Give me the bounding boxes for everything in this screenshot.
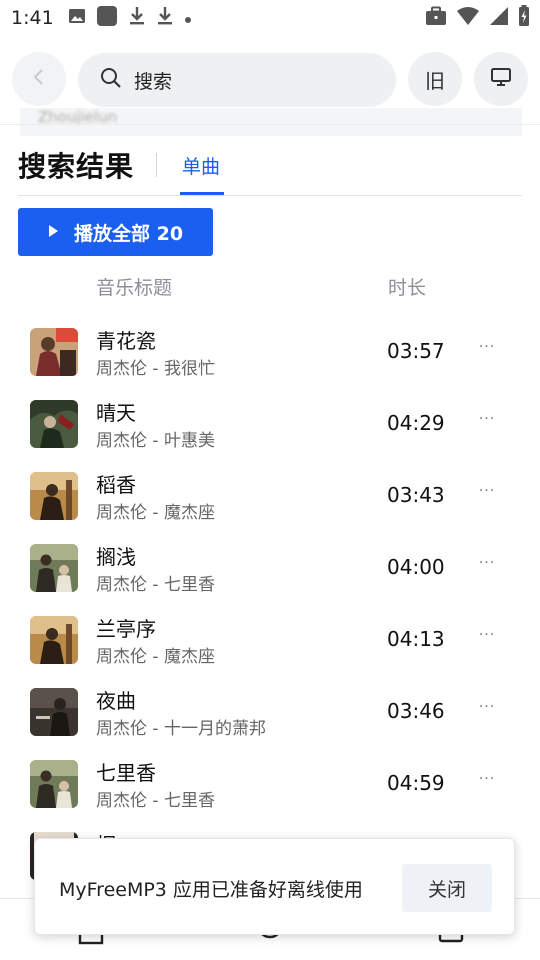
tabs-divider (18, 195, 522, 196)
song-title: 稻香 (96, 473, 136, 497)
chevron-left-icon (32, 68, 46, 90)
wifi-icon (456, 6, 480, 30)
album-cover (30, 472, 78, 520)
back-button[interactable] (12, 52, 66, 106)
tab-separator (156, 153, 157, 177)
history-button[interactable]: 旧 (408, 52, 462, 106)
song-row[interactable]: 兰亭序 周杰伦 - 魔杰座 04:13 ··· (0, 602, 540, 674)
song-title: 七里香 (96, 761, 156, 785)
song-title: 夜曲 (96, 689, 136, 713)
tab-singles[interactable]: 单曲 (182, 152, 220, 179)
signal-icon (489, 6, 509, 30)
song-duration: 03:57 (387, 339, 445, 363)
toast-message: MyFreeMP3 应用已准备好离线使用 (59, 879, 363, 901)
search-icon (100, 67, 122, 93)
song-artist-album: 周杰伦 - 魔杰座 (96, 647, 215, 667)
song-duration: 04:29 (387, 411, 445, 435)
song-title: 晴天 (96, 401, 136, 425)
album-cover (30, 616, 78, 664)
song-row[interactable]: 稻香 周杰伦 - 魔杰座 03:43 ··· (0, 458, 540, 530)
monitor-icon (490, 67, 512, 91)
close-button[interactable]: 关闭 (402, 864, 492, 912)
song-title: 青花瓷 (96, 329, 156, 353)
offline-ready-toast: MyFreeMP3 应用已准备好离线使用 关闭 (34, 838, 515, 935)
song-artist-album: 周杰伦 - 七里香 (96, 575, 215, 595)
history-label: 旧 (425, 68, 445, 93)
song-artist-album: 周杰伦 - 十一月的萧邦 (96, 719, 266, 739)
display-button[interactable] (474, 52, 528, 106)
more-options-button[interactable]: ··· (472, 483, 502, 507)
scrolled-content-strip: Zhoujielun (20, 108, 522, 136)
song-row[interactable]: 夜曲 周杰伦 - 十一月的萧邦 03:46 ··· (0, 674, 540, 746)
more-options-button[interactable]: ··· (472, 771, 502, 795)
more-options-button[interactable]: ··· (472, 627, 502, 651)
song-title: 兰亭序 (96, 617, 156, 641)
song-row[interactable]: 七里香 周杰伦 - 七里香 04:59 ··· (0, 746, 540, 818)
more-options-button[interactable]: ··· (472, 555, 502, 579)
album-cover (30, 688, 78, 736)
song-row[interactable]: 青花瓷 周杰伦 - 我很忙 03:57 ··· (0, 314, 540, 386)
song-list: 青花瓷 周杰伦 - 我很忙 03:57 ··· 晴天 周杰伦 - 叶惠美 04:… (0, 314, 540, 890)
song-row[interactable]: 搁浅 周杰伦 - 七里香 04:00 ··· (0, 530, 540, 602)
more-options-button[interactable]: ··· (472, 339, 502, 363)
song-title: 搁浅 (96, 545, 136, 569)
album-cover (30, 400, 78, 448)
song-row[interactable]: 晴天 周杰伦 - 叶惠美 04:29 ··· (0, 386, 540, 458)
song-artist-album: 周杰伦 - 七里香 (96, 791, 215, 811)
column-header-duration: 时长 (388, 277, 427, 299)
notification-icons (68, 5, 192, 31)
status-bar: 1:41 (0, 0, 540, 36)
song-duration: 04:00 (387, 555, 445, 579)
page-title: 搜索结果 (18, 150, 135, 183)
album-cover (30, 544, 78, 592)
download-icon (128, 6, 146, 30)
song-artist-album: 周杰伦 - 我很忙 (96, 359, 215, 379)
column-header-title: 音乐标题 (96, 277, 173, 299)
search-placeholder: 搜索 (134, 70, 173, 93)
album-cover (30, 328, 78, 376)
album-cover (30, 760, 78, 808)
header-divider (0, 124, 540, 125)
briefcase-icon (425, 6, 447, 30)
song-artist-album: 周杰伦 - 魔杰座 (96, 503, 215, 523)
battery-icon (518, 5, 530, 31)
play-all-button[interactable]: 播放全部 20 (18, 208, 213, 256)
system-icons (425, 5, 530, 31)
song-duration: 03:43 (387, 483, 445, 507)
dot-icon (184, 9, 192, 28)
more-options-button[interactable]: ··· (472, 411, 502, 435)
search-input[interactable]: 搜索 (78, 53, 396, 107)
song-artist-album: 周杰伦 - 叶惠美 (96, 431, 215, 451)
download-icon (156, 6, 174, 30)
song-duration: 03:46 (387, 699, 445, 723)
app-icon (96, 5, 118, 31)
image-icon (68, 7, 86, 29)
play-all-label: 播放全部 20 (74, 222, 184, 245)
song-duration: 04:13 (387, 627, 445, 651)
status-time: 1:41 (11, 7, 54, 29)
top-bar: 搜索 旧 (0, 52, 540, 108)
more-options-button[interactable]: ··· (472, 699, 502, 723)
play-icon (46, 223, 60, 242)
song-duration: 04:59 (387, 771, 445, 795)
